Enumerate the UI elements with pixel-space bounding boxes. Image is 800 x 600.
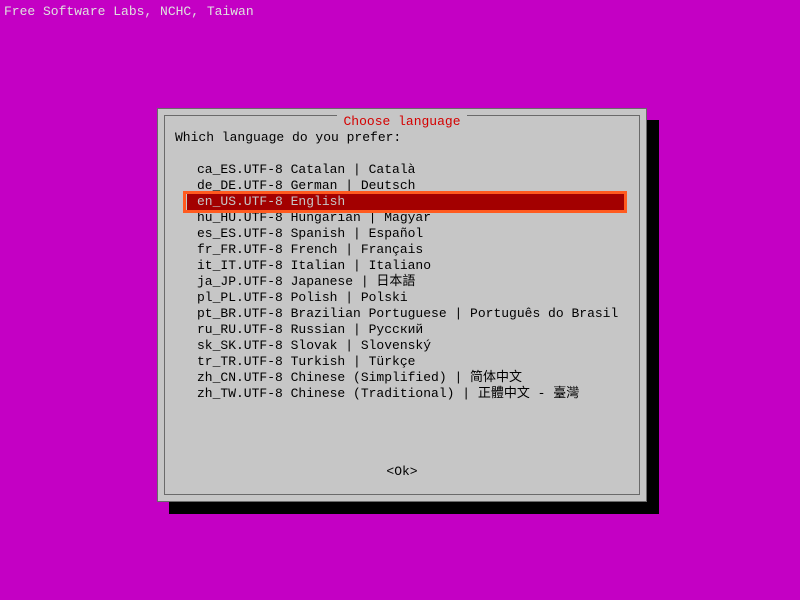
- language-item-label: tr_TR.UTF-8 Turkish | Türkçe: [197, 354, 415, 369]
- dialog-title-wrap: Choose language: [165, 115, 639, 129]
- language-item-label: ca_ES.UTF-8 Catalan | Català: [197, 162, 415, 177]
- language-item[interactable]: pl_PL.UTF-8 Polish | Polski: [175, 290, 629, 306]
- language-item-label: it_IT.UTF-8 Italian | Italiano: [197, 258, 431, 273]
- language-item-label: ja_JP.UTF-8 Japanese | 日本語: [197, 274, 415, 289]
- language-item-label: es_ES.UTF-8 Spanish | Español: [197, 226, 423, 241]
- ok-button[interactable]: <Ok>: [165, 464, 639, 480]
- language-item-label: de_DE.UTF-8 German | Deutsch: [197, 178, 415, 193]
- language-item[interactable]: es_ES.UTF-8 Spanish | Español: [175, 226, 629, 242]
- language-item-label: sk_SK.UTF-8 Slovak | Slovenský: [197, 338, 431, 353]
- language-item[interactable]: ja_JP.UTF-8 Japanese | 日本語: [175, 274, 629, 290]
- language-item[interactable]: pt_BR.UTF-8 Brazilian Portuguese | Portu…: [175, 306, 629, 322]
- language-item-label: hu_HU.UTF-8 Hungarian | Magyar: [197, 210, 431, 225]
- dialog-inner-frame: Choose language Which language do you pr…: [164, 115, 640, 495]
- language-item[interactable]: fr_FR.UTF-8 French | Français: [175, 242, 629, 258]
- language-item[interactable]: sk_SK.UTF-8 Slovak | Slovenský: [175, 338, 629, 354]
- language-list[interactable]: ca_ES.UTF-8 Catalan | Catalàde_DE.UTF-8 …: [175, 162, 629, 402]
- language-item-label: en_US.UTF-8 English: [187, 194, 625, 210]
- language-item[interactable]: it_IT.UTF-8 Italian | Italiano: [175, 258, 629, 274]
- language-dialog: Choose language Which language do you pr…: [157, 108, 647, 502]
- language-item-label: zh_CN.UTF-8 Chinese (Simplified) | 简体中文: [197, 370, 522, 385]
- header-text: Free Software Labs, NCHC, Taiwan: [4, 4, 254, 20]
- dialog-prompt: Which language do you prefer:: [175, 130, 401, 146]
- language-item[interactable]: zh_TW.UTF-8 Chinese (Traditional) | 正體中文…: [175, 386, 629, 402]
- language-item[interactable]: tr_TR.UTF-8 Turkish | Türkçe: [175, 354, 629, 370]
- language-item[interactable]: ca_ES.UTF-8 Catalan | Català: [175, 162, 629, 178]
- language-item-label: pt_BR.UTF-8 Brazilian Portuguese | Portu…: [197, 306, 618, 321]
- language-item[interactable]: hu_HU.UTF-8 Hungarian | Magyar: [175, 210, 629, 226]
- language-item-label: ru_RU.UTF-8 Russian | Русский: [197, 322, 423, 337]
- language-item-label: fr_FR.UTF-8 French | Français: [197, 242, 423, 257]
- dialog-title: Choose language: [337, 114, 466, 129]
- language-item[interactable]: ru_RU.UTF-8 Russian | Русский: [175, 322, 629, 338]
- language-item[interactable]: de_DE.UTF-8 German | Deutsch: [175, 178, 629, 194]
- language-item-label: pl_PL.UTF-8 Polish | Polski: [197, 290, 408, 305]
- language-item[interactable]: zh_CN.UTF-8 Chinese (Simplified) | 简体中文: [175, 370, 629, 386]
- language-item-label: zh_TW.UTF-8 Chinese (Traditional) | 正體中文…: [197, 386, 579, 401]
- language-item[interactable]: en_US.UTF-8 English: [175, 194, 629, 210]
